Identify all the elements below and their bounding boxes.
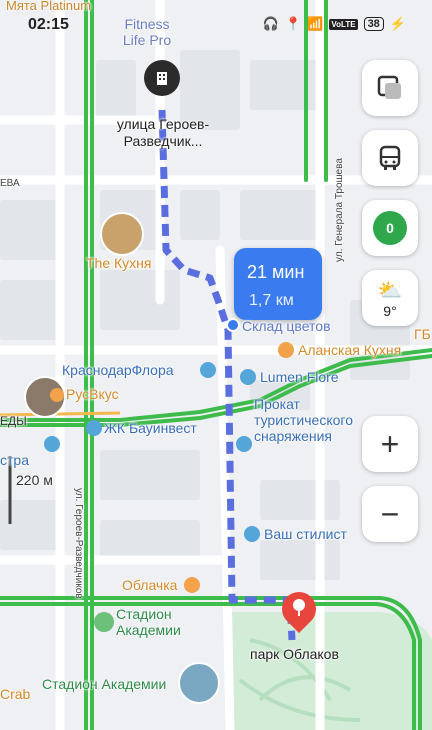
destination-label: парк Облаков	[250, 646, 339, 662]
building-icon	[157, 72, 167, 85]
residential-icon[interactable]	[86, 420, 102, 436]
rental-line-3: снаряжения	[254, 428, 333, 444]
tree-icon	[293, 599, 305, 616]
weather-temp: 9°	[383, 302, 397, 319]
the-kitchen-photo[interactable]	[100, 212, 144, 256]
bus-icon	[379, 145, 401, 170]
zoom-in-button[interactable]: +	[362, 416, 418, 472]
status-icons: 🎧 📍 📶 VoLTE 38 ⚡	[263, 16, 406, 32]
start-building-pin[interactable]	[144, 60, 180, 96]
coffee-icon[interactable]	[184, 577, 200, 593]
poi-label-oblachka[interactable]: Облачка	[122, 577, 177, 593]
weather-button[interactable]: ⛅ 9°	[362, 270, 418, 326]
scissors-icon[interactable]	[244, 526, 260, 542]
route-time: 21 мин	[247, 262, 305, 282]
route-card-anchor	[226, 318, 240, 332]
layers-button[interactable]	[362, 60, 418, 116]
street-label-geroev: ул. Героев-Разведчиков	[73, 488, 84, 599]
street-label-troshev: ул. Генерала Трошева	[334, 158, 345, 262]
headphones-icon: 🎧	[262, 16, 280, 31]
poi-label-left-partial: стра	[0, 452, 29, 468]
rental-icon[interactable]	[236, 436, 252, 452]
poi-label-flower-warehouse[interactable]: Склад цветов	[242, 318, 331, 334]
stadium-line-1: Стадион	[116, 606, 172, 622]
layers-icon	[377, 75, 401, 99]
poi-label-stadium[interactable]: Стадион Академии	[116, 606, 181, 638]
rental-line-1: Прокат	[254, 396, 300, 412]
flower-icon[interactable]	[200, 362, 216, 378]
start-street-label: улица Героев-Разведчик...	[116, 116, 210, 149]
location-icon: 📍	[285, 16, 302, 31]
scale-label: 220 м	[16, 472, 53, 488]
cafe-icon[interactable]	[278, 342, 294, 358]
poi-label-krasnodarflora[interactable]: КраснодарФлора	[62, 362, 174, 378]
poi-label-alanskaya[interactable]: Аланская Кухня	[298, 342, 401, 358]
traffic-button[interactable]: 0	[362, 200, 418, 256]
traffic-score: 0	[373, 211, 407, 245]
transit-button[interactable]	[362, 130, 418, 186]
poi-label-crab[interactable]: Crab	[0, 686, 30, 702]
poi-label-fitness[interactable]: Fitness Life Pro	[122, 16, 172, 48]
route-distance: 1,7 км	[249, 292, 294, 309]
stadium-icon[interactable]	[94, 612, 114, 632]
rental-line-2: туристического	[254, 412, 353, 428]
weather-icon: ⛅	[377, 279, 403, 302]
poi-label-lumen[interactable]: Lumen Flore	[260, 369, 339, 385]
stadium-line-2: Академии	[116, 622, 181, 638]
street-label-left: ЕВА	[0, 178, 20, 189]
food-icon	[50, 388, 64, 402]
poi-label-stylist[interactable]: Ваш стилист	[264, 526, 347, 542]
battery-indicator: 38	[363, 17, 384, 31]
volte-badge: VoLTE	[329, 18, 358, 30]
status-time: 02:15	[28, 16, 69, 33]
zoom-out-button[interactable]: −	[362, 486, 418, 542]
poi-label-top-shop[interactable]: Мята Platinum	[6, 0, 91, 13]
poi-label-rental[interactable]: Прокат туристического снаряжения	[254, 396, 353, 444]
poi-label-the-kitchen[interactable]: The Кухня	[86, 255, 151, 271]
route-summary-card[interactable]: 21 мин 1,7 км	[234, 248, 322, 320]
stadium-photo[interactable]	[178, 662, 220, 704]
charging-icon: ⚡	[389, 16, 406, 31]
wifi-icon: 📶	[307, 16, 324, 31]
poi-label-stadium-full[interactable]: Стадион Академии	[42, 676, 166, 692]
street-label-left2: ЕДЫ	[0, 414, 27, 428]
bag-icon[interactable]	[44, 436, 60, 452]
poi-label-zhk[interactable]: ЖК Бауинвест	[104, 420, 197, 436]
poi-label-rusvkus[interactable]: РусВкус	[66, 386, 119, 402]
poi-label-right-partial: ГБ	[414, 326, 431, 342]
flower-shop-icon[interactable]	[240, 369, 256, 385]
